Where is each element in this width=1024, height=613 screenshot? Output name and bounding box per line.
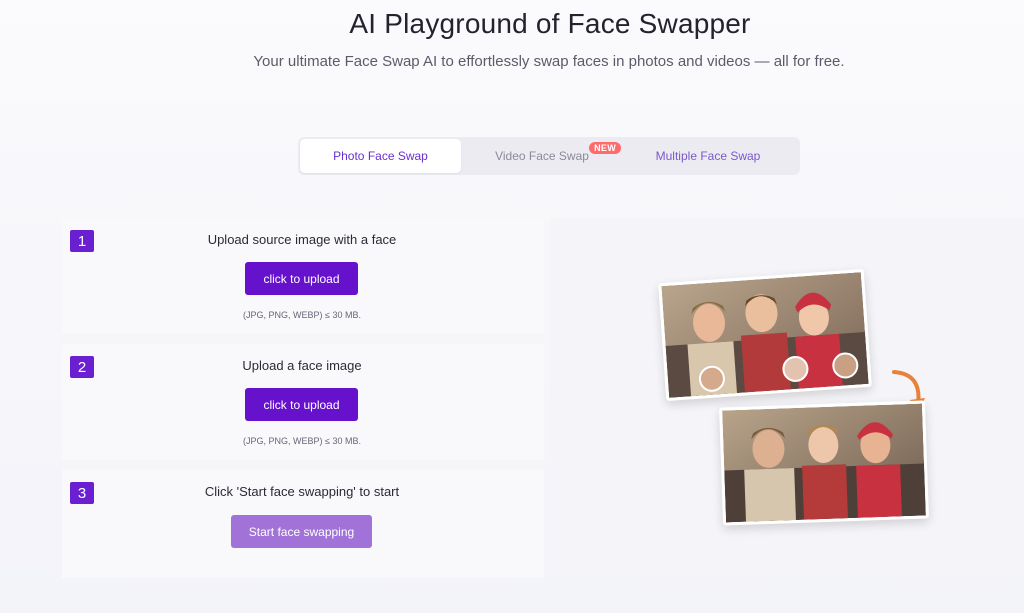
page-subtitle: Your ultimate Face Swap AI to effortless… [253, 53, 845, 70]
swapped-group-photo [719, 400, 929, 526]
upload-source-button[interactable]: click to upload [245, 262, 358, 295]
tab-multi-label: Multiple Face Swap [655, 149, 761, 163]
tab-multiple-face-swap[interactable]: Multiple Face Swap [623, 139, 793, 173]
file-format-hint: (JPG, PNG, WEBP) ≤ 30 MB. [243, 310, 361, 320]
tab-photo-label: Photo Face Swap [333, 149, 428, 163]
group-photo-original-image [661, 272, 869, 398]
upload-face-button[interactable]: click to upload [245, 388, 358, 421]
step-upload-face: 2 Upload a face image click to upload (J… [62, 344, 544, 460]
step-label: Click 'Start face swapping' to start [204, 484, 400, 499]
file-format-hint: (JPG, PNG, WEBP) ≤ 30 MB. [243, 436, 361, 446]
step-label: Upload source image with a face [207, 232, 397, 247]
face-swap-page: AI Playground of Face Swapper Your ultim… [0, 0, 1024, 613]
original-group-photo [658, 268, 872, 402]
tab-video-label: Video Face Swap [495, 149, 589, 163]
step-label: Upload a face image [242, 358, 362, 373]
group-photo-swapped-image [722, 403, 926, 523]
start-face-swapping-button[interactable]: Start face swapping [231, 515, 372, 548]
tab-video-face-swap[interactable]: Video Face Swap NEW [461, 139, 623, 173]
step-start-swap: 3 Click 'Start face swapping' to start S… [62, 470, 544, 578]
step-upload-source: 1 Upload source image with a face click … [62, 218, 544, 334]
steps-panel: 1 Upload source image with a face click … [62, 218, 544, 578]
tab-photo-face-swap[interactable]: Photo Face Swap [300, 139, 461, 173]
new-badge: NEW [589, 142, 621, 154]
page-title: AI Playground of Face Swapper [349, 8, 751, 39]
tab-bar: Photo Face Swap Video Face Swap NEW Mult… [298, 137, 800, 175]
example-illustration [550, 218, 1024, 578]
